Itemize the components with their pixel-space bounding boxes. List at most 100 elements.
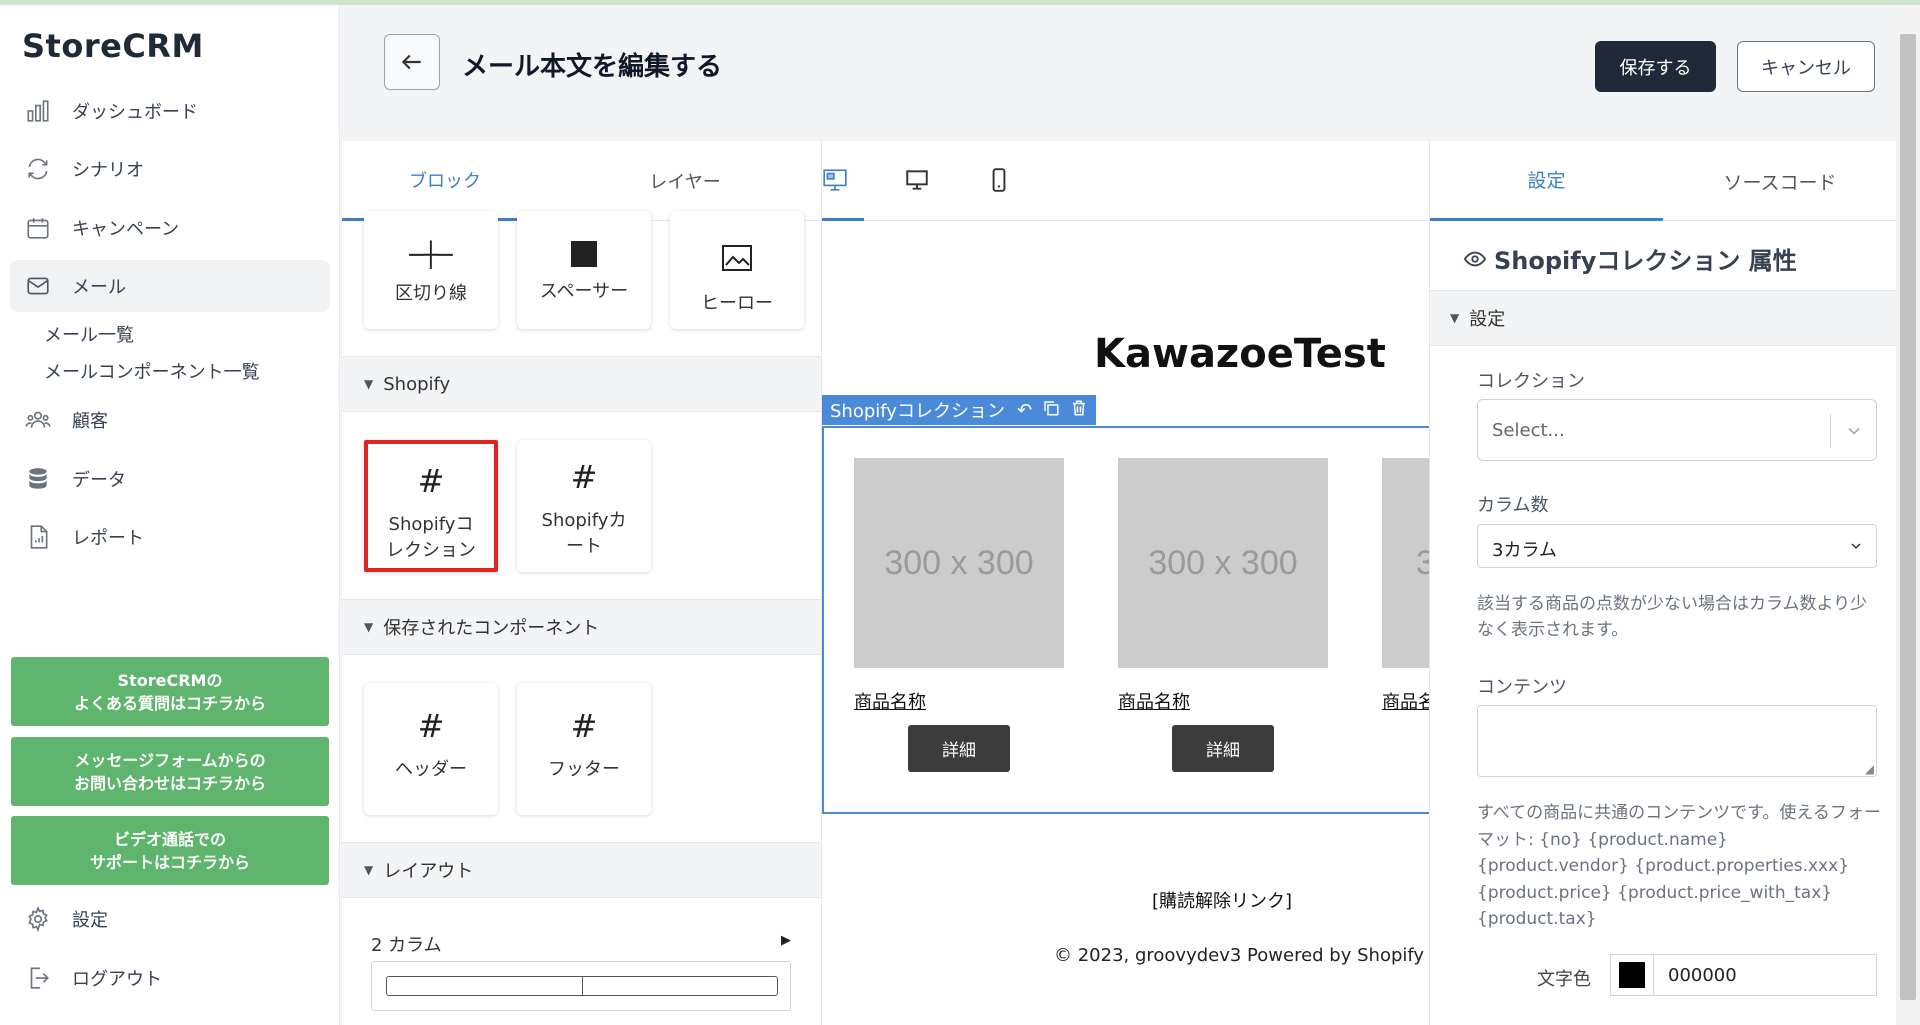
tab-source-code[interactable]: ソースコード <box>1663 141 1896 221</box>
product-name-link[interactable]: 商品名称 <box>854 688 926 714</box>
responsive-view-icon[interactable] <box>822 167 850 195</box>
faq-line2: よくある質問はコチラから <box>73 693 266 713</box>
tab-layers[interactable]: レイヤー <box>548 141 821 221</box>
sidebar-item-data[interactable]: データ <box>10 453 330 505</box>
text-color-swatch[interactable] <box>1610 954 1654 996</box>
sidebar-item-settings[interactable]: 設定 <box>10 893 330 945</box>
sidebar-item-label: レポート <box>72 528 144 549</box>
caret-down-icon: ▼ <box>364 863 374 877</box>
layout-item-two-column[interactable]: 2 カラム ▶ <box>371 931 791 1011</box>
collection-select[interactable]: Select... <box>1477 399 1877 461</box>
tab-blocks[interactable]: ブロック <box>342 141 548 221</box>
shopify-collection-block[interactable]: 300 x 300 300 x 300 300 x 300 商品名称 商品名称 … <box>822 426 1429 814</box>
section-layout[interactable]: ▼ レイアウト <box>342 842 821 898</box>
active-device-indicator <box>822 218 864 221</box>
desktop-view-icon[interactable] <box>904 167 932 195</box>
caret-down-icon: ▼ <box>364 620 374 634</box>
block-saved-footer[interactable]: # フッター <box>517 683 651 815</box>
columns-help-text: 該当する商品の点数が少ない場合はカラム数より少なく表示されます。 <box>1477 594 1868 640</box>
columns-select[interactable]: 3カラム <box>1477 524 1877 568</box>
selected-block-name: Shopifyコレクション <box>830 401 1005 422</box>
block-shopify-cart[interactable]: # Shopifyカ ート <box>517 440 651 572</box>
sidebar-item-mail[interactable]: メール <box>10 260 330 312</box>
product-detail-button[interactable]: 詳細 <box>1172 725 1274 772</box>
save-button[interactable]: 保存する <box>1595 41 1716 92</box>
sidebar-item-logout[interactable]: ログアウト <box>10 952 330 1004</box>
block-hero[interactable]: ヒーロー <box>670 211 804 329</box>
device-toolbar <box>822 141 1429 221</box>
email-brand-title[interactable]: KawazoeTest <box>1094 331 1386 377</box>
sidebar-item-label: ダッシュボード <box>72 102 198 123</box>
product-image-placeholder: 300 x 300 <box>1118 458 1328 668</box>
duplicate-icon[interactable] <box>1042 399 1060 422</box>
refresh-icon <box>24 155 52 183</box>
faq-line1: StoreCRMの <box>117 670 223 690</box>
block-shopify-collection[interactable]: # Shopifyコ レクション <box>364 440 498 572</box>
mail-icon <box>24 272 52 300</box>
sidebar-subitem-mail-components[interactable]: メールコンポーネント一覧 <box>44 358 260 384</box>
properties-title-text: Shopifyコレクション 属性 <box>1494 247 1797 275</box>
undo-icon[interactable]: ↶ <box>1017 400 1032 421</box>
product-image-placeholder: 300 x 300 <box>1382 458 1429 668</box>
sidebar-item-customers[interactable]: 顧客 <box>10 394 330 446</box>
caret-down-icon: ▼ <box>364 377 374 391</box>
bar-chart-icon <box>24 97 52 125</box>
block-divider[interactable]: ─┼─ 区切り線 <box>364 211 498 329</box>
product-name-link[interactable]: 商品名 <box>1382 688 1429 714</box>
logout-icon <box>24 964 52 992</box>
back-button[interactable] <box>384 34 440 90</box>
eye-icon <box>1464 251 1486 266</box>
report-icon <box>24 523 52 551</box>
text-color-input[interactable]: 000000 <box>1653 954 1877 996</box>
calendar-icon <box>24 214 52 242</box>
divider-icon: ─┼─ <box>409 241 453 269</box>
database-icon <box>24 465 52 493</box>
gear-icon <box>24 905 52 933</box>
page-scrollbar-thumb[interactable] <box>1900 34 1916 1000</box>
contents-textarea[interactable]: ◢ <box>1477 705 1877 777</box>
resize-handle-icon[interactable]: ◢ <box>1865 762 1874 776</box>
contact-line2: お問い合わせはコチラから <box>73 773 266 793</box>
contents-help-text: すべての商品に共通のコンテンツです。使えるフォーマット: {no} {produ… <box>1477 803 1881 929</box>
sidebar-item-campaign[interactable]: キャンペーン <box>10 202 330 254</box>
section-saved-components[interactable]: ▼ 保存されたコンポーネント <box>342 599 821 655</box>
contact-form-button[interactable]: メッセージフォームからの お問い合わせはコチラから <box>11 737 329 806</box>
app-logo[interactable]: StoreCRM <box>22 27 204 65</box>
contact-line1: メッセージフォームからの <box>74 750 266 770</box>
product-image-placeholder: 300 x 300 <box>854 458 1064 668</box>
caret-right-icon: ▶ <box>781 933 791 948</box>
settings-section-header[interactable]: ▼ 設定 <box>1430 290 1896 346</box>
sidebar-item-scenario[interactable]: シナリオ <box>10 143 330 195</box>
section-shopify[interactable]: ▼ Shopify <box>342 356 821 412</box>
section-label: レイアウト <box>383 861 474 882</box>
section-label: 保存されたコンポーネント <box>383 618 600 639</box>
page-title: メール本文を編集する <box>462 52 723 82</box>
unsubscribe-link[interactable]: [購読解除リンク] <box>1152 887 1292 913</box>
collection-label: コレクション <box>1477 371 1585 392</box>
block-spacer[interactable]: スペーサー <box>517 211 651 329</box>
block-label: フッター <box>548 759 620 780</box>
section-label: Shopify <box>383 373 451 395</box>
sidebar-item-label: キャンペーン <box>72 219 180 240</box>
mobile-view-icon[interactable] <box>986 167 1014 195</box>
block-saved-header[interactable]: # ヘッダー <box>364 683 498 815</box>
layout-preview <box>371 961 791 1011</box>
block-panel: ブロック レイヤー ─┼─ 区切り線 スペーサー ヒーロー ▼ Shopify … <box>342 141 822 1025</box>
sidebar-subitem-mail-list[interactable]: メール一覧 <box>44 321 134 347</box>
product-detail-button[interactable]: 詳細 <box>908 725 1010 772</box>
block-panel-tabs: ブロック レイヤー <box>342 141 821 221</box>
email-canvas: KawazoeTest Shopifyコレクション ↶ 300 x 300 30… <box>822 141 1429 1025</box>
sidebar-item-label: 顧客 <box>72 411 108 432</box>
trash-icon[interactable] <box>1070 399 1088 422</box>
sidebar-item-dashboard[interactable]: ダッシュボード <box>10 85 330 137</box>
sidebar-item-report[interactable]: レポート <box>10 511 330 563</box>
tab-settings[interactable]: 設定 <box>1430 141 1663 221</box>
select-separator <box>1830 414 1831 448</box>
video-line2: サポートはコチラから <box>89 852 250 872</box>
hash-icon: # <box>417 462 445 500</box>
cancel-button[interactable]: キャンセル <box>1737 41 1875 92</box>
product-name-link[interactable]: 商品名称 <box>1118 688 1190 714</box>
video-support-button[interactable]: ビデオ通話での サポートはコチラから <box>11 816 329 885</box>
block-label: ヘッダー <box>395 759 467 780</box>
faq-button[interactable]: StoreCRMの よくある質問はコチラから <box>11 657 329 726</box>
